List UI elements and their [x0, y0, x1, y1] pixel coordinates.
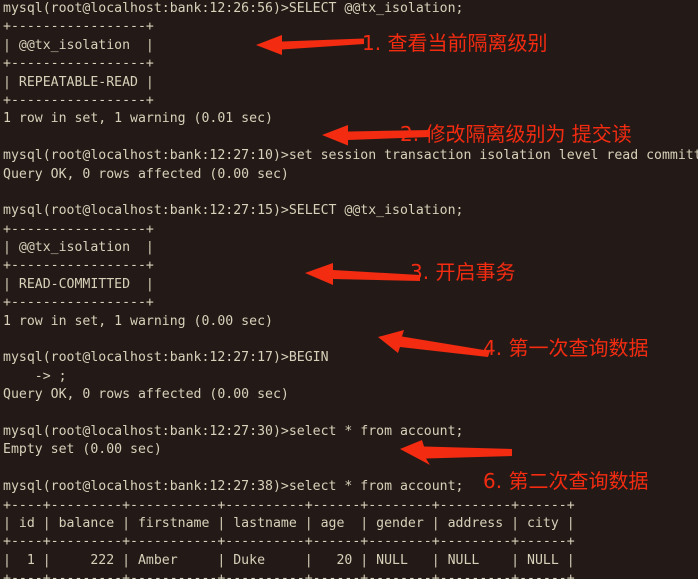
terminal-window[interactable]: mysql(root@localhost:bank:12:26:56)>SELE… [0, 0, 698, 579]
annotation-step-2: 2. 修改隔离级别为 提交读 [400, 122, 632, 146]
terminal-line: +-----------------+ [3, 56, 154, 72]
terminal-line: +-----------------+ [3, 221, 154, 237]
annotation-step-1: 1. 查看当前隔离级别 [362, 31, 548, 55]
annotation-step-4: 4. 第一次查询数据 [483, 336, 649, 360]
terminal-line: mysql(root@localhost:bank:12:26:56)>SELE… [3, 1, 464, 16]
annotation-arrow-6 [400, 440, 512, 468]
terminal-line: mysql(root@localhost:bank:12:27:30)>sele… [3, 423, 464, 439]
terminal-line: Empty set (0.00 sec) [3, 442, 162, 458]
terminal-line: +----+---------+-----------+----------+-… [3, 497, 575, 513]
terminal-line: 1 row in set, 1 warning (0.00 sec) [3, 313, 273, 329]
annotation-step-3: 3. 开启事务 [410, 260, 516, 284]
annotation-arrow-1 [256, 33, 364, 57]
annotation-arrow-4 [378, 330, 490, 358]
terminal-line: -> ; [3, 368, 67, 384]
annotation-arrow-3 [305, 262, 420, 288]
terminal-line: +----+---------+-----------+----------+-… [3, 571, 575, 579]
terminal-line: +----+---------+-----------+----------+-… [3, 534, 575, 550]
terminal-line: | 1 | 222 | Amber | Duke | 20 | NULL | N… [3, 552, 575, 568]
terminal-line: | @@tx_isolation | [3, 240, 154, 256]
annotation-step-6: 6. 第二次查询数据 [483, 469, 649, 493]
terminal-line: | REPEATABLE-READ | [3, 74, 154, 90]
terminal-line: mysql(root@localhost:bank:12:27:15)>SELE… [3, 203, 464, 219]
terminal-line: Query OK, 0 rows affected (0.00 sec) [3, 387, 289, 403]
terminal-line: mysql(root@localhost:bank:12:27:10)>set … [3, 148, 698, 164]
terminal-line: | id | balance | firstname | lastname | … [3, 515, 575, 531]
terminal-line: +-----------------+ [3, 92, 154, 108]
terminal-line: Query OK, 0 rows affected (0.00 sec) [3, 166, 289, 182]
terminal-line: +-----------------+ [3, 295, 154, 311]
